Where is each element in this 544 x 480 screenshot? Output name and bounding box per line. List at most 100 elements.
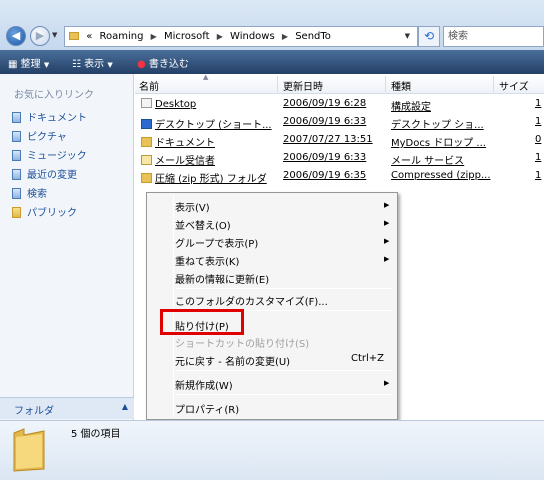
column-header-name[interactable]: 名前 (139, 78, 159, 93)
search-folder-icon (12, 188, 21, 199)
file-name-text: メール受信者 (155, 156, 215, 167)
sidebar-item-search[interactable]: 検索 (12, 185, 47, 200)
file-type: MyDocs ドロップ ... (391, 138, 486, 149)
sidebar-item-label: 検索 (27, 189, 47, 200)
organize-button[interactable]: ▦ 整理 ▼ (8, 55, 49, 70)
menu-separator (175, 394, 393, 395)
sidebar-item-documents[interactable]: ドキュメント (12, 109, 87, 124)
submenu-arrow-icon: ▶ (384, 255, 390, 263)
file-name-text: Desktop (155, 99, 197, 110)
breadcrumb-sendto[interactable]: SendTo (295, 31, 331, 42)
table-row[interactable]: ドキュメント 2007/07/27 13:51 MyDocs ドロップ ... … (135, 132, 544, 149)
file-date: 2006/09/19 6:35 (283, 170, 367, 181)
menu-item-stack[interactable]: 重ねて表示(K) (175, 253, 239, 268)
menu-separator (175, 370, 393, 371)
column-header-size[interactable]: サイズ (499, 78, 529, 93)
table-row[interactable]: デスクトップ (ショート... 2006/09/19 6:33 デスクトップ シ… (135, 114, 544, 131)
file-name[interactable]: メール受信者 (141, 152, 215, 167)
sort-ascending-icon: ▲ (203, 73, 209, 81)
highlight-box (160, 309, 244, 335)
submenu-arrow-icon: ▶ (384, 219, 390, 227)
sidebar-item-label: 最近の変更 (27, 170, 77, 181)
submenu-arrow-icon: ▶ (384, 201, 390, 209)
burn-label: 書き込む (148, 59, 189, 70)
recent-pages-dropdown-icon[interactable]: ▼ (52, 31, 62, 39)
file-type: Compressed (zipp... (391, 170, 491, 181)
burn-icon: ● (137, 59, 146, 70)
sidebar-item-music[interactable]: ミュージック (12, 147, 87, 162)
details-pane: 5 個の項目 (0, 420, 544, 480)
column-divider[interactable] (277, 76, 278, 92)
documents-icon (12, 112, 21, 123)
sidebar-item-recent[interactable]: 最近の変更 (12, 166, 77, 181)
menu-item-customize[interactable]: このフォルダのカスタマイズ(F)... (175, 293, 328, 308)
menu-item-refresh[interactable]: 最新の情報に更新(E) (175, 271, 269, 286)
sidebar-item-label: ミュージック (27, 151, 87, 162)
file-name[interactable]: ドキュメント (141, 134, 215, 149)
file-size: 1 (535, 98, 542, 109)
folder-icon (12, 207, 21, 218)
address-field[interactable]: « Roaming ▶ Microsoft ▶ Windows ▶ SendTo… (64, 26, 418, 47)
menu-item-properties[interactable]: プロパティ(R) (175, 401, 239, 416)
file-size: 1 (535, 116, 542, 127)
context-menu: 表示(V) ▶ 並べ替え(O) ▶ グループで表示(P) ▶ 重ねて表示(K) … (146, 192, 398, 420)
desktop-icon (141, 119, 152, 129)
column-header-type[interactable]: 種類 (391, 78, 411, 93)
refresh-button[interactable]: ⟲ (418, 26, 440, 47)
breadcrumb-microsoft[interactable]: Microsoft (164, 31, 210, 42)
menu-item-undo[interactable]: 元に戻す - 名前の変更(U) (175, 353, 290, 368)
sidebar-item-pictures[interactable]: ピクチャ (12, 128, 67, 143)
address-overflow[interactable]: « (86, 31, 92, 42)
file-date: 2006/09/19 6:33 (283, 116, 367, 127)
sidebar-item-label: ピクチャ (27, 132, 67, 143)
forward-button[interactable]: ▶ (30, 26, 50, 46)
zip-folder-icon (141, 173, 152, 183)
menu-item-group[interactable]: グループで表示(P) (175, 235, 258, 250)
file-name[interactable]: 圧縮 (zip 形式) フォルダ (141, 170, 267, 185)
undo-shortcut: Ctrl+Z (351, 353, 385, 364)
chevron-right-icon[interactable]: ▶ (217, 32, 223, 41)
file-size: 1 (535, 152, 542, 163)
column-divider[interactable] (385, 76, 386, 92)
burn-button[interactable]: ● 書き込む (137, 55, 189, 70)
menu-item-view[interactable]: 表示(V) (175, 199, 210, 214)
menu-separator (175, 288, 393, 289)
breadcrumb-windows[interactable]: Windows (230, 31, 275, 42)
menu-item-sort[interactable]: 並べ替え(O) (175, 217, 231, 232)
sidebar-item-public[interactable]: パブリック (12, 204, 77, 219)
table-row[interactable]: 圧縮 (zip 形式) フォルダ 2006/09/19 6:35 Compres… (135, 168, 544, 185)
menu-item-paste-shortcut: ショートカットの貼り付け(S) (175, 339, 310, 350)
sidebar-item-label: ドキュメント (27, 113, 87, 124)
chevron-down-icon[interactable]: ▼ (405, 27, 410, 46)
address-bar-area: ◀ ▶ ▼ « Roaming ▶ Microsoft ▶ Windows ▶ … (0, 0, 544, 50)
table-row[interactable]: Desktop 2006/09/19 6:28 構成設定 1 (135, 96, 544, 113)
column-divider[interactable] (493, 76, 494, 92)
file-name[interactable]: Desktop (141, 98, 196, 110)
views-button[interactable]: ☷ 表示 ▼ (72, 55, 113, 70)
file-type: 構成設定 (391, 102, 431, 113)
column-header-date[interactable]: 更新日時 (283, 78, 323, 93)
file-name-text: デスクトップ (ショート... (155, 120, 272, 131)
recent-places-icon (12, 169, 21, 180)
navigation-pane: お気に入りリンク ドキュメント ピクチャ ミュージック 最近の変更 検索 パブリ… (0, 74, 134, 420)
menu-gutter (173, 195, 174, 417)
views-icon: ☷ (72, 59, 81, 70)
views-label: 表示 (84, 59, 105, 70)
file-type: メール サービス (391, 156, 465, 167)
file-size: 0 (535, 134, 542, 145)
chevron-down-icon: ▼ (43, 61, 50, 69)
table-row[interactable]: メール受信者 2006/09/19 6:33 メール サービス 1 (135, 150, 544, 167)
file-size: 1 (535, 170, 542, 181)
breadcrumb-roaming[interactable]: Roaming (100, 31, 144, 42)
folders-toggle-bar[interactable]: フォルダ ▲ (0, 397, 134, 419)
chevron-up-icon[interactable]: ▲ (122, 402, 128, 411)
search-input[interactable]: 検索 (443, 26, 544, 47)
back-button[interactable]: ◀ (6, 26, 26, 46)
sidebar-item-label: パブリック (27, 208, 77, 219)
menu-item-new[interactable]: 新規作成(W) (175, 377, 233, 392)
folder-icon (69, 32, 79, 40)
chevron-right-icon[interactable]: ▶ (282, 32, 288, 41)
chevron-right-icon[interactable]: ▶ (151, 32, 157, 41)
file-date: 2006/09/19 6:28 (283, 98, 367, 109)
file-name[interactable]: デスクトップ (ショート... (141, 116, 272, 131)
